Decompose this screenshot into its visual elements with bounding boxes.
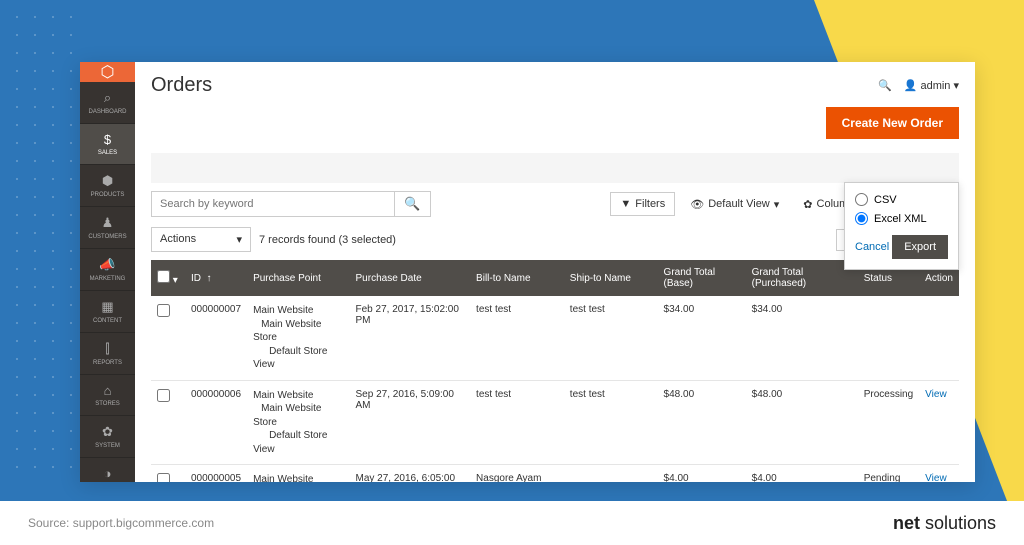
cell-date: May 27, 2016, 6:05:00 AM xyxy=(350,465,471,483)
cell-action: View xyxy=(919,380,959,465)
page-title: Orders xyxy=(151,74,212,97)
footer: Source: support.bigcommerce.com net solu… xyxy=(0,501,1024,545)
col-header[interactable]: ▾ xyxy=(151,260,185,296)
search-input[interactable] xyxy=(152,192,394,216)
orders-table: ▾ID ↑Purchase PointPurchase DateBill-to … xyxy=(151,260,959,482)
select-all-checkbox[interactable] xyxy=(157,270,170,283)
cell-action xyxy=(919,296,959,380)
col-header[interactable]: Grand Total (Base) xyxy=(658,260,746,296)
cell-id: 000000007 xyxy=(185,296,247,380)
col-header[interactable]: Ship-to Name xyxy=(564,260,658,296)
gear-icon: ✿ xyxy=(803,198,812,211)
sidebar-item-products[interactable]: ⬢PRODUCTS xyxy=(80,165,135,207)
main-content: Orders 🔍 👤 admin ▾ Create New Order 🔍 ▼F… xyxy=(135,62,975,482)
nav-icon: ♟ xyxy=(80,215,135,231)
col-header[interactable]: Grand Total (Purchased) xyxy=(746,260,858,296)
nav-icon: ⫿ xyxy=(80,341,135,357)
search-icon[interactable]: 🔍 xyxy=(878,79,892,92)
search-box: 🔍 xyxy=(151,191,431,217)
app-window: ⬡ ⌕DASHBOARD$SALES⬢PRODUCTS♟CUSTOMERS📣MA… xyxy=(80,62,975,482)
sidebar: ⬡ ⌕DASHBOARD$SALES⬢PRODUCTS♟CUSTOMERS📣MA… xyxy=(80,62,135,482)
message-banner xyxy=(151,153,959,183)
sidebar-item-sales[interactable]: $SALES xyxy=(80,124,135,165)
cell-ship: test test xyxy=(564,380,658,465)
cell-base: $34.00 xyxy=(658,296,746,380)
export-submit[interactable]: Export xyxy=(892,235,948,259)
sidebar-item-reports[interactable]: ⫿REPORTS xyxy=(80,333,135,375)
sidebar-item-dashboard[interactable]: ⌕DASHBOARD xyxy=(80,82,135,124)
cell-bill: test test xyxy=(470,380,564,465)
cell-status: Pending xyxy=(858,465,919,483)
nav-icon: $ xyxy=(80,132,135,147)
sidebar-item-stores[interactable]: ⌂STORES xyxy=(80,375,135,416)
cell-base: $48.00 xyxy=(658,380,746,465)
sidebar-item-marketing[interactable]: 📣MARKETING xyxy=(80,249,135,291)
default-view-button[interactable]: 👁Default View ▾ xyxy=(681,193,788,216)
source-label: Source: support.bigcommerce.com xyxy=(28,516,214,530)
cell-purchased: $34.00 xyxy=(746,296,858,380)
row-checkbox[interactable] xyxy=(157,389,170,402)
cell-id: 000000005 xyxy=(185,465,247,483)
cell-bill: Nasgore Ayam xyxy=(470,465,564,483)
col-header[interactable]: Purchase Point xyxy=(247,260,349,296)
sidebar-item-customers[interactable]: ♟CUSTOMERS xyxy=(80,207,135,249)
row-checkbox[interactable] xyxy=(157,473,170,482)
cell-date: Sep 27, 2016, 5:09:00 AM xyxy=(350,380,471,465)
table-row: 000000007Main WebsiteMain Website StoreD… xyxy=(151,296,959,380)
sidebar-item-content[interactable]: ▦CONTENT xyxy=(80,291,135,333)
table-row: 000000006Main WebsiteMain Website StoreD… xyxy=(151,380,959,465)
funnel-icon: ▼ xyxy=(620,198,631,210)
nav-icon: ◑ xyxy=(80,466,135,481)
cell-date: Feb 27, 2017, 15:02:00 PM xyxy=(350,296,471,380)
nav-icon: ▦ xyxy=(80,299,135,315)
col-header[interactable]: Bill-to Name xyxy=(470,260,564,296)
export-csv-option[interactable]: CSV xyxy=(855,193,948,206)
cell-action: View xyxy=(919,465,959,483)
records-found: 7 records found (3 selected) xyxy=(259,234,396,246)
search-button[interactable]: 🔍 xyxy=(394,192,430,216)
cell-ship: test test xyxy=(564,296,658,380)
create-order-button[interactable]: Create New Order xyxy=(826,107,959,139)
sidebar-item-system[interactable]: ✿SYSTEM xyxy=(80,416,135,458)
cell-purchase-point: Main WebsiteMain Website StoreDefault St… xyxy=(247,296,349,380)
user-menu[interactable]: 👤 admin ▾ xyxy=(904,79,959,92)
cell-status: Processing xyxy=(858,380,919,465)
col-header[interactable]: ID ↑ xyxy=(185,260,247,296)
export-dropdown-panel: CSV Excel XML Cancel Export xyxy=(844,182,959,270)
view-link[interactable]: View xyxy=(925,389,947,400)
nav-icon: ⌕ xyxy=(80,90,135,106)
nav-icon: ⬢ xyxy=(80,173,135,189)
cell-purchase-point: Main WebsiteMain Website StoreDefault St… xyxy=(247,380,349,465)
nav-icon: ⌂ xyxy=(80,383,135,398)
nav-icon: ✿ xyxy=(80,424,135,440)
export-xml-option[interactable]: Excel XML xyxy=(855,212,948,225)
col-header[interactable]: Purchase Date xyxy=(350,260,471,296)
cell-purchased: $48.00 xyxy=(746,380,858,465)
cell-base: $4.00 xyxy=(658,465,746,483)
cell-ship xyxy=(564,465,658,483)
view-link[interactable]: View xyxy=(925,473,947,482)
bulk-actions-select[interactable]: Actions▾ xyxy=(151,227,251,252)
nav-icon: 📣 xyxy=(80,257,135,273)
magento-logo[interactable]: ⬡ xyxy=(80,62,135,82)
cell-purchase-point: Main WebsiteMain Website StoreDefault St… xyxy=(247,465,349,483)
sidebar-item-find-partners-extensions[interactable]: ◑FIND PARTNERS & EXTENSIONS xyxy=(80,458,135,482)
eye-icon: 👁 xyxy=(690,198,704,211)
brand-logo: net solutions xyxy=(893,513,996,534)
cell-status xyxy=(858,296,919,380)
cell-bill: test test xyxy=(470,296,564,380)
row-checkbox[interactable] xyxy=(157,304,170,317)
table-row: 000000005Main WebsiteMain Website StoreD… xyxy=(151,465,959,483)
cell-purchased: $4.00 xyxy=(746,465,858,483)
cell-id: 000000006 xyxy=(185,380,247,465)
filters-button[interactable]: ▼Filters xyxy=(610,192,675,216)
export-cancel[interactable]: Cancel xyxy=(855,241,889,253)
